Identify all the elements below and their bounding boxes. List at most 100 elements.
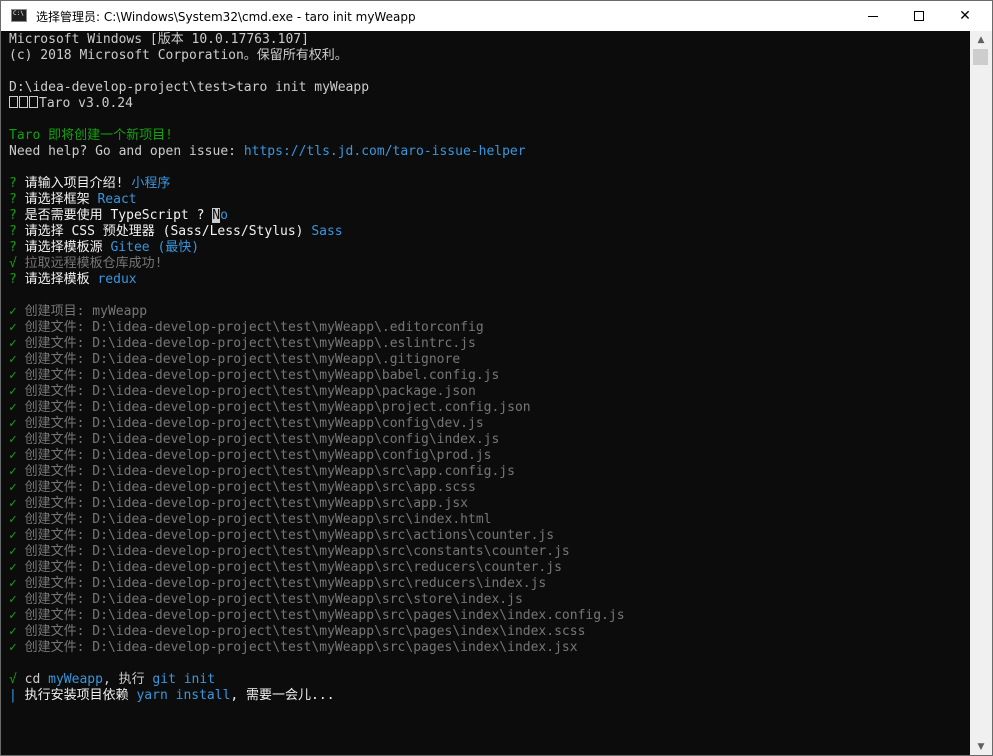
check-mark-icon: ✓ — [9, 384, 17, 399]
created-file-line: ✓ 创建文件: D:\idea-develop-project\test\myW… — [9, 464, 515, 480]
created-file-line: ✓ 创建项目: myWeapp — [9, 304, 147, 320]
created-file-text: 创建文件: D:\idea-develop-project\test\myWea… — [24, 480, 476, 495]
question-line: ? 是否需要使用 TypeScript ? No — [9, 208, 228, 224]
maximize-button[interactable] — [896, 1, 942, 31]
scroll-down-arrow-icon[interactable]: ▼ — [970, 738, 992, 755]
help-line: Need help? Go and open issue: https://tl… — [9, 144, 526, 160]
question-answer: o — [220, 208, 228, 223]
check-mark-icon: ✓ — [9, 496, 17, 511]
created-file-text: 创建文件: D:\idea-develop-project\test\myWea… — [24, 320, 484, 335]
question-line: ? 请输入项目介绍! 小程序 — [9, 176, 170, 192]
title-bar[interactable]: 选择管理员: C:\Windows\System32\cmd.exe - tar… — [1, 1, 992, 31]
question-label: 请选择 CSS 预处理器 (Sass/Less/Stylus) — [24, 224, 312, 239]
check-mark-icon: ✓ — [9, 448, 17, 463]
console-output[interactable]: Microsoft Windows [版本 10.0.17763.107] (c… — [1, 31, 970, 755]
check-mark-icon: ✓ — [9, 560, 17, 575]
check-mark-icon: ✓ — [9, 352, 17, 367]
help-prefix: Need help? Go and open issue: — [9, 144, 244, 159]
check-mark-icon: ✓ — [9, 624, 17, 639]
check-mark-icon: ✓ — [9, 608, 17, 623]
check-mark-icon: ✓ — [9, 320, 17, 335]
check-mark-icon: √ — [9, 672, 17, 687]
created-file-line: ✓ 创建文件: D:\idea-develop-project\test\myW… — [9, 320, 484, 336]
unknown-glyph-box — [29, 96, 38, 108]
created-file-text: 创建文件: D:\idea-develop-project\test\myWea… — [24, 368, 500, 383]
created-file-text: 创建文件: D:\idea-develop-project\test\myWea… — [24, 592, 523, 607]
created-file-line: ✓ 创建文件: D:\idea-develop-project\test\myW… — [9, 544, 570, 560]
created-file-text: 创建文件: D:\idea-develop-project\test\myWea… — [24, 544, 570, 559]
question-line: ? 请选择框架 React — [9, 192, 137, 208]
created-file-line: ✓ 创建文件: D:\idea-develop-project\test\myW… — [9, 512, 491, 528]
created-file-text: 创建文件: D:\idea-develop-project\test\myWea… — [24, 384, 476, 399]
question-mark-icon: ? — [9, 192, 17, 207]
install-command: yarn install — [136, 688, 231, 703]
check-mark-icon: ✓ — [9, 368, 17, 383]
maximize-icon — [914, 11, 924, 21]
question-answer: redux — [97, 272, 137, 287]
help-link[interactable]: https://tls.jd.com/taro-issue-helper — [244, 144, 526, 159]
check-mark-icon: ✓ — [9, 400, 17, 415]
question-answer: 小程序 — [131, 176, 171, 191]
created-file-text: 创建文件: D:\idea-develop-project\test\myWea… — [24, 576, 547, 591]
check-mark-icon: ✓ — [9, 528, 17, 543]
created-file-text: 创建文件: D:\idea-develop-project\test\myWea… — [24, 416, 484, 431]
vertical-scrollbar[interactable]: ▲ ▼ — [970, 31, 992, 755]
created-file-text: 创建文件: D:\idea-develop-project\test\myWea… — [24, 352, 461, 367]
check-mark-icon: ✓ — [9, 640, 17, 655]
spinner-icon: | — [9, 688, 17, 703]
taro-version-line: Taro v3.0.24 — [9, 96, 133, 112]
scroll-thumb[interactable] — [973, 49, 988, 65]
created-file-line: ✓ 创建文件: D:\idea-develop-project\test\myW… — [9, 624, 585, 640]
minimize-button[interactable] — [850, 1, 896, 31]
scroll-up-arrow-icon[interactable]: ▲ — [970, 31, 992, 48]
check-mark-icon: ✓ — [9, 336, 17, 351]
question-line: ? 请选择 CSS 预处理器 (Sass/Less/Stylus) Sass — [9, 224, 343, 240]
git-command: git init — [152, 672, 216, 687]
git-init-line: √ cd myWeapp, 执行 git init — [9, 672, 215, 688]
question-answer: Sass — [311, 224, 343, 239]
created-file-text: 创建文件: D:\idea-develop-project\test\myWea… — [24, 448, 492, 463]
question-mark-icon: ? — [9, 208, 17, 223]
check-mark-icon: ✓ — [9, 512, 17, 527]
created-file-line: ✓ 创建文件: D:\idea-develop-project\test\myW… — [9, 576, 546, 592]
created-file-text: 创建文件: D:\idea-develop-project\test\myWea… — [24, 336, 476, 351]
question-mark-icon: ? — [9, 176, 17, 191]
close-icon: ✕ — [959, 8, 971, 24]
install-line: | 执行安装项目依赖 yarn install, 需要一会儿... — [9, 688, 335, 704]
text-cursor: N — [212, 208, 221, 223]
created-file-text: 创建文件: D:\idea-develop-project\test\myWea… — [24, 432, 500, 447]
created-file-line: ✓ 创建文件: D:\idea-develop-project\test\myW… — [9, 416, 484, 432]
question-mark-icon: ? — [9, 224, 17, 239]
console-line: (c) 2018 Microsoft Corporation。保留所有权利。 — [9, 48, 348, 63]
created-file-line: ✓ 创建文件: D:\idea-develop-project\test\myW… — [9, 432, 499, 448]
check-mark-icon: ✓ — [9, 432, 17, 447]
question-label: 请选择模板 — [24, 272, 98, 287]
check-mark-icon: ✓ — [9, 592, 17, 607]
question-label: 是否需要使用 TypeScript ? — [24, 208, 213, 223]
created-file-line: ✓ 创建文件: D:\idea-develop-project\test\myW… — [9, 336, 476, 352]
minimize-icon — [868, 15, 878, 17]
created-file-text: 创建文件: D:\idea-develop-project\test\myWea… — [24, 640, 578, 655]
git-cd-text: cd — [16, 672, 49, 687]
created-file-line: ✓ 创建文件: D:\idea-develop-project\test\myW… — [9, 608, 625, 624]
check-mark-icon: ✓ — [9, 304, 17, 319]
check-mark-icon: ✓ — [9, 544, 17, 559]
console-line: Microsoft Windows [版本 10.0.17763.107] — [9, 32, 309, 47]
created-file-text: 创建文件: D:\idea-develop-project\test\myWea… — [24, 464, 515, 479]
question-line: ? 请选择模板源 Gitee (最快) — [9, 240, 199, 256]
close-button[interactable]: ✕ — [942, 1, 988, 31]
created-file-line: ✓ 创建文件: D:\idea-develop-project\test\myW… — [9, 560, 562, 576]
cmd-icon[interactable] — [11, 9, 27, 22]
question-label: 请输入项目介绍! — [24, 176, 132, 191]
project-name: myWeapp — [48, 672, 103, 687]
taro-version: Taro v3.0.24 — [39, 96, 133, 111]
created-file-line: ✓ 创建文件: D:\idea-develop-project\test\myW… — [9, 400, 531, 416]
created-file-line: ✓ 创建文件: D:\idea-develop-project\test\myW… — [9, 368, 499, 384]
git-mid-text: , 执行 — [102, 672, 153, 687]
command-prompt-line: D:\idea-develop-project\test>taro init m… — [9, 80, 370, 95]
unknown-glyph-box — [9, 96, 18, 108]
created-file-line: ✓ 创建文件: D:\idea-develop-project\test\myW… — [9, 640, 578, 656]
check-mark-icon: ✓ — [9, 576, 17, 591]
created-file-line: ✓ 创建文件: D:\idea-develop-project\test\myW… — [9, 448, 491, 464]
question-label: 请选择模板源 — [24, 240, 111, 255]
